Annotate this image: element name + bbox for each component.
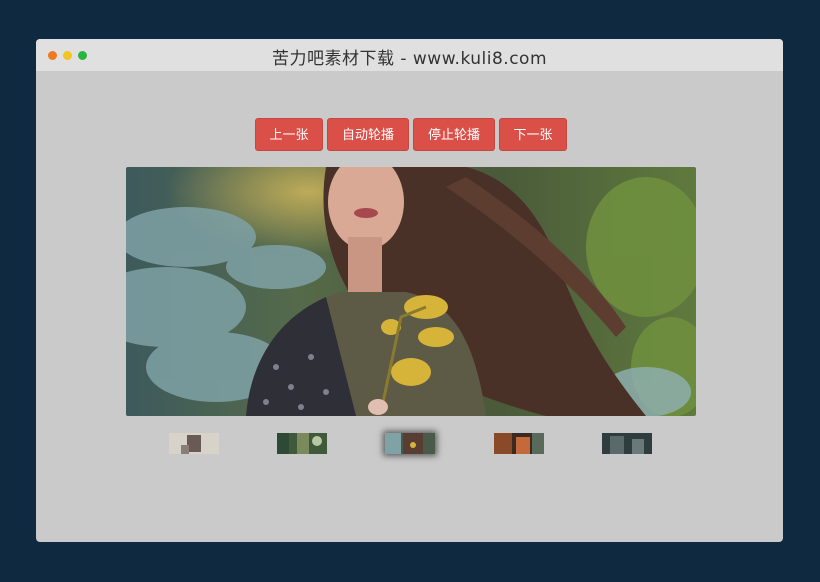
window-title: 苦力吧素材下载 - www.kuli8.com <box>271 49 548 69</box>
next-button[interactable]: 下一张 <box>499 118 567 151</box>
thumbnail-image <box>385 433 435 454</box>
thumbnail-image <box>169 433 219 454</box>
thumbnail-5[interactable] <box>602 433 652 454</box>
title-bar: 苦力吧素材下载 - www.kuli8.com <box>36 39 783 71</box>
prev-button[interactable]: 上一张 <box>255 118 323 151</box>
thumbnail-image <box>494 433 544 454</box>
thumbnail-1[interactable] <box>169 433 219 454</box>
thumbnail-2[interactable] <box>277 433 327 454</box>
stop-autoplay-button[interactable]: 停止轮播 <box>413 118 495 151</box>
thumbnail-image <box>277 433 327 454</box>
thumbnail-4[interactable] <box>494 433 544 454</box>
slider-controls: 上一张 自动轮播 停止轮播 下一张 <box>255 118 567 151</box>
main-slide-image[interactable] <box>126 167 696 416</box>
autoplay-button[interactable]: 自动轮播 <box>327 118 409 151</box>
thumbnail-image <box>602 433 652 454</box>
slide-photo <box>126 167 696 416</box>
thumbnail-3[interactable] <box>385 433 435 454</box>
browser-window: 苦力吧素材下载 - www.kuli8.com 上一张 自动轮播 停止轮播 下一… <box>36 39 783 542</box>
thumbnail-strip <box>169 433 653 454</box>
